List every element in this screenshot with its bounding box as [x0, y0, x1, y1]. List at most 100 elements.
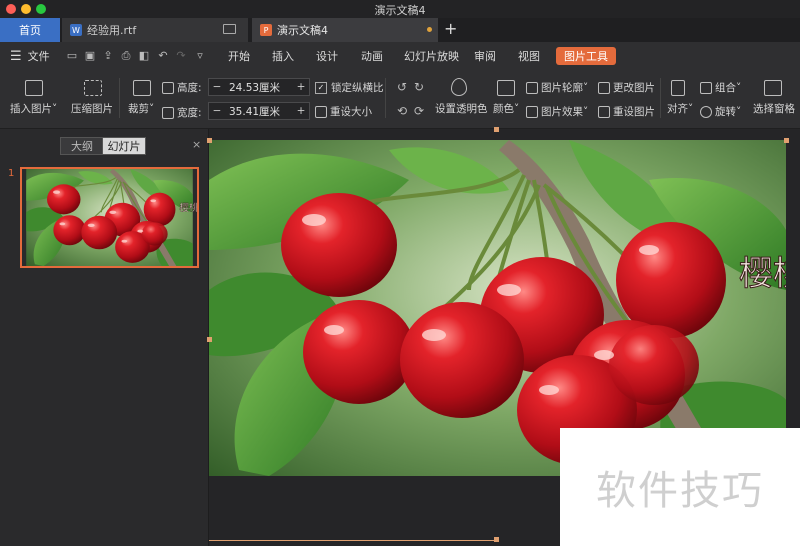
picture-effect-icon	[526, 106, 538, 118]
rotate-label: 旋转	[715, 106, 736, 118]
color-icon	[497, 80, 515, 96]
menu-item-design[interactable]: 设计	[316, 42, 338, 70]
checkbox-checked-icon: ✓	[315, 82, 327, 94]
change-picture-button[interactable]: 更改图片	[598, 80, 655, 95]
new-tab-button[interactable]: +	[444, 19, 457, 38]
resize-handle-left[interactable]	[207, 337, 212, 342]
width-label-text: 宽度:	[177, 107, 202, 119]
align-button[interactable]: 对齐˅	[667, 101, 693, 116]
insert-picture-label: 插入图片	[10, 103, 52, 115]
thumbnail-cherry-image	[25, 169, 197, 266]
file-menu-label: 文件	[27, 50, 50, 63]
selection-pane-icon	[764, 80, 782, 96]
height-icon	[162, 82, 174, 94]
redo-icon[interactable]: ↷	[175, 50, 187, 62]
tab-document-rtf[interactable]: W 经验用.rtf	[62, 18, 248, 42]
insert-picture-button[interactable]: 插入图片˅	[10, 101, 57, 116]
rotate-left-icon[interactable]: ↺	[397, 80, 407, 94]
menu-item-picture-tools[interactable]: 图片工具	[556, 47, 616, 65]
reset-picture-label: 重设图片	[613, 106, 655, 118]
lock-ratio-checkbox[interactable]: ✓ 锁定纵横比	[315, 80, 384, 95]
picture-effect-label: 图片效果	[541, 106, 583, 118]
width-value[interactable]: 35.41厘米	[225, 104, 293, 119]
flip-vertical-icon[interactable]: ⟳	[414, 104, 424, 118]
undo-icon[interactable]: ↶	[157, 50, 169, 62]
word-file-icon: W	[70, 24, 82, 36]
height-field[interactable]: − 24.53厘米 +	[208, 78, 310, 96]
menu-item-review[interactable]: 审阅	[474, 42, 496, 70]
save-icon[interactable]: ▣	[84, 50, 96, 62]
lock-ratio-label: 锁定纵横比	[331, 82, 384, 94]
resize-handle-top-left[interactable]	[207, 138, 212, 143]
quick-access-dropdown-icon[interactable]: ▿	[194, 50, 206, 62]
document-tab-bar: 首页 W 经验用.rtf P 演示文稿4 +	[0, 18, 800, 42]
picture-outline-label: 图片轮廓	[541, 82, 583, 94]
picture-outline-icon	[526, 82, 538, 94]
color-button[interactable]: 颜色˅	[493, 101, 519, 116]
print-preview-icon[interactable]: ◧	[138, 50, 150, 62]
file-menu[interactable]: ☰ 文件	[10, 42, 50, 70]
tab-presentation[interactable]: P 演示文稿4	[252, 18, 438, 42]
change-picture-label: 更改图片	[613, 82, 655, 94]
slide-number: 1	[8, 168, 15, 179]
export-icon[interactable]: ⇪	[102, 50, 114, 62]
tab-outline[interactable]: 大纲	[60, 137, 104, 155]
menu-item-slideshow[interactable]: 幻灯片放映	[404, 42, 459, 70]
menu-item-insert[interactable]: 插入	[272, 42, 294, 70]
tab-home[interactable]: 首页	[0, 18, 60, 42]
height-label: 高度:	[162, 80, 202, 95]
height-label-text: 高度:	[177, 82, 202, 94]
resize-handle-top-right[interactable]	[784, 138, 789, 143]
reset-size-label: 重设大小	[330, 106, 372, 118]
cherry-photo[interactable]: 樱桃	[209, 140, 786, 476]
menu-item-animation[interactable]: 动画	[361, 42, 383, 70]
selection-border	[209, 540, 497, 541]
compress-picture-button[interactable]: 压缩图片	[71, 101, 113, 116]
print-icon[interactable]: ⎙	[120, 50, 132, 62]
close-panel-icon[interactable]: ×	[192, 138, 201, 151]
selection-pane-button[interactable]: 选择窗格	[753, 101, 795, 116]
rotate-button[interactable]: 旋转˅	[700, 104, 741, 119]
reset-picture-icon	[598, 106, 610, 118]
tab-slides[interactable]: 幻灯片	[102, 137, 146, 155]
menu-bar: ☰ 文件 ▭ ▣ ⇪ ⎙ ◧ ↶ ↷ ▿ 开始 插入 设计 动画 幻灯片放映 审…	[0, 42, 800, 70]
crop-label: 裁剪	[128, 103, 149, 115]
width-increase-button[interactable]: +	[293, 105, 309, 117]
height-increase-button[interactable]: +	[293, 81, 309, 93]
watermark: 软件技巧	[560, 428, 800, 546]
crop-icon	[133, 80, 151, 96]
open-folder-icon[interactable]: ▭	[66, 50, 78, 62]
color-label: 颜色	[493, 103, 514, 115]
set-transparent-color-button[interactable]: 设置透明色	[435, 101, 488, 116]
monitor-icon[interactable]	[223, 24, 236, 34]
group-button[interactable]: 组合˅	[700, 80, 741, 95]
reset-size-button[interactable]: 重设大小	[315, 104, 372, 119]
flip-horizontal-icon[interactable]: ⟲	[397, 104, 407, 118]
insert-picture-icon	[25, 80, 43, 96]
height-decrease-button[interactable]: −	[209, 81, 225, 93]
slide-picture[interactable]: 樱桃	[209, 140, 786, 476]
group-icon	[700, 82, 712, 94]
menu-item-view[interactable]: 视图	[518, 42, 540, 70]
ribbon-divider	[660, 78, 661, 118]
transparent-color-icon	[451, 78, 467, 96]
unsaved-dot-icon	[427, 27, 432, 32]
picture-outline-button[interactable]: 图片轮廓˅	[526, 80, 588, 95]
title-bar: 演示文稿4	[0, 0, 800, 18]
hamburger-icon: ☰	[10, 48, 22, 64]
rotate-right-icon[interactable]: ↻	[414, 80, 424, 94]
slide-thumbnail[interactable]	[20, 167, 199, 268]
menu-item-start[interactable]: 开始	[228, 42, 250, 70]
ribbon-picture-tools: 插入图片˅ 压缩图片 裁剪˅ 高度: − 24.53厘米 + 宽度: − 35.…	[0, 70, 800, 129]
window-title: 演示文稿4	[374, 4, 426, 17]
group-label: 组合	[715, 82, 736, 94]
change-picture-icon	[598, 82, 610, 94]
width-decrease-button[interactable]: −	[209, 105, 225, 117]
height-value[interactable]: 24.53厘米	[225, 80, 293, 95]
width-field[interactable]: − 35.41厘米 +	[208, 102, 310, 120]
rotate-icon	[700, 106, 712, 118]
picture-effect-button[interactable]: 图片效果˅	[526, 104, 588, 119]
reset-picture-button[interactable]: 重设图片	[598, 104, 655, 119]
rotate-handle-icon[interactable]	[494, 127, 499, 132]
crop-button[interactable]: 裁剪˅	[128, 101, 154, 116]
